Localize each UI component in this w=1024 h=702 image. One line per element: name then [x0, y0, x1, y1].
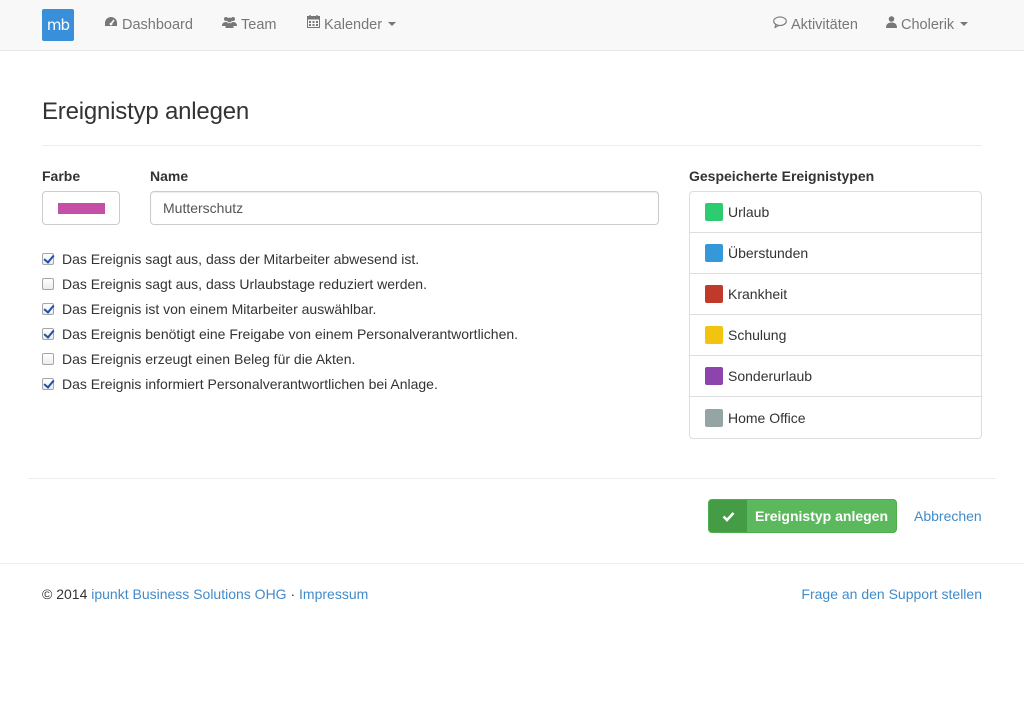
saved-type-label: Überstunden: [728, 245, 809, 261]
saved-type-item[interactable]: Urlaub: [690, 192, 981, 233]
check-icon: [709, 500, 747, 532]
nav-dashboard[interactable]: Dashboard: [104, 0, 193, 50]
user-icon: [886, 0, 897, 49]
dashboard-icon: [104, 0, 118, 49]
nav-dashboard-label: Dashboard: [122, 17, 193, 33]
saved-type-item[interactable]: Krankheit: [690, 274, 981, 315]
company-link[interactable]: ipunkt Business Solutions OHG: [91, 586, 286, 602]
submit-button[interactable]: Ereignistyp anlegen: [708, 499, 897, 533]
cancel-link[interactable]: Abbrechen: [914, 508, 982, 524]
saved-types-list: Urlaub Überstunden Krankheit Schulung So…: [689, 191, 982, 439]
color-picker[interactable]: [42, 191, 120, 225]
footer-divider: [0, 563, 1024, 564]
submit-button-label: Ereignistyp anlegen: [754, 508, 889, 524]
comment-icon: [773, 0, 787, 49]
nav-team[interactable]: Team: [222, 0, 276, 50]
option-label: Das Ereignis erzeugt einen Beleg für die…: [62, 351, 356, 367]
color-swatch: [705, 326, 723, 344]
saved-type-item[interactable]: Schulung: [690, 315, 981, 356]
chevron-down-icon: [960, 22, 969, 27]
nav-kalender[interactable]: Kalender: [307, 0, 397, 50]
option-label: Das Ereignis sagt aus, dass Urlaubstage …: [62, 276, 427, 292]
option-label: Das Ereignis informiert Personalverantwo…: [62, 376, 438, 392]
saved-type-label: Home Office: [728, 409, 806, 426]
color-swatch: [58, 203, 105, 214]
name-input[interactable]: [150, 191, 659, 225]
impressum-link[interactable]: Impressum: [299, 586, 368, 602]
users-icon: [222, 0, 237, 49]
color-swatch: [705, 285, 723, 303]
saved-type-item[interactable]: Home Office: [690, 397, 981, 438]
color-swatch: [705, 203, 723, 221]
option-approval[interactable]: Das Ereignis benötigt eine Freigabe von …: [42, 324, 518, 344]
color-swatch: [705, 244, 723, 262]
option-document[interactable]: Das Ereignis erzeugt einen Beleg für die…: [42, 349, 355, 369]
nav-kalender-label: Kalender: [324, 17, 383, 33]
calendar-icon: [307, 0, 320, 49]
option-label: Das Ereignis ist von einem Mitarbeiter a…: [62, 301, 377, 317]
checkbox[interactable]: [42, 328, 54, 340]
saved-type-label: Schulung: [728, 327, 787, 343]
saved-type-label: Urlaub: [728, 204, 770, 220]
color-label: Farbe: [42, 168, 81, 184]
nav-aktivitaeten[interactable]: Aktivitäten: [773, 0, 858, 50]
copyright-text: © 2014: [42, 586, 88, 602]
saved-type-item[interactable]: Überstunden: [690, 233, 981, 274]
nav-team-label: Team: [241, 17, 277, 33]
saved-type-item[interactable]: Sonderurlaub: [690, 356, 981, 397]
option-selectable[interactable]: Das Ereignis ist von einem Mitarbeiter a…: [42, 299, 376, 319]
checkbox[interactable]: [42, 353, 54, 365]
option-label: Das Ereignis sagt aus, dass der Mitarbei…: [62, 251, 420, 267]
title-divider: [42, 145, 982, 146]
option-inform[interactable]: Das Ereignis informiert Personalverantwo…: [42, 374, 438, 394]
app-logo[interactable]: mb: [42, 9, 74, 41]
color-swatch: [705, 408, 723, 427]
name-label: Name: [150, 168, 189, 184]
nav-user-menu[interactable]: Cholerik: [886, 0, 969, 50]
saved-types-heading: Gespeicherte Ereignistypen: [689, 168, 875, 184]
top-navbar: mb Dashboard Team Kalender Aktivitäten C…: [0, 0, 1024, 51]
checkbox[interactable]: [42, 278, 54, 290]
saved-type-label: Sonderurlaub: [728, 368, 813, 384]
nav-aktivitaeten-label: Aktivitäten: [791, 17, 858, 33]
support-link[interactable]: Frage an den Support stellen: [801, 586, 982, 602]
form-divider: [28, 478, 996, 479]
checkbox[interactable]: [42, 303, 54, 315]
option-reduce-vacation[interactable]: Das Ereignis sagt aus, dass Urlaubstage …: [42, 274, 427, 294]
option-label: Das Ereignis benötigt eine Freigabe von …: [62, 326, 519, 342]
footer-copyright: © 2014 ipunkt Business Solutions OHG · I…: [42, 586, 368, 602]
nav-user-label: Cholerik: [901, 17, 955, 33]
color-swatch: [705, 367, 723, 385]
option-absent[interactable]: Das Ereignis sagt aus, dass der Mitarbei…: [42, 249, 419, 269]
checkbox[interactable]: [42, 378, 54, 390]
saved-type-label: Krankheit: [728, 286, 788, 302]
chevron-down-icon: [388, 22, 397, 27]
page-title: Ereignistyp anlegen: [42, 98, 250, 125]
checkbox[interactable]: [42, 253, 54, 265]
footer-separator: ·: [290, 586, 296, 602]
